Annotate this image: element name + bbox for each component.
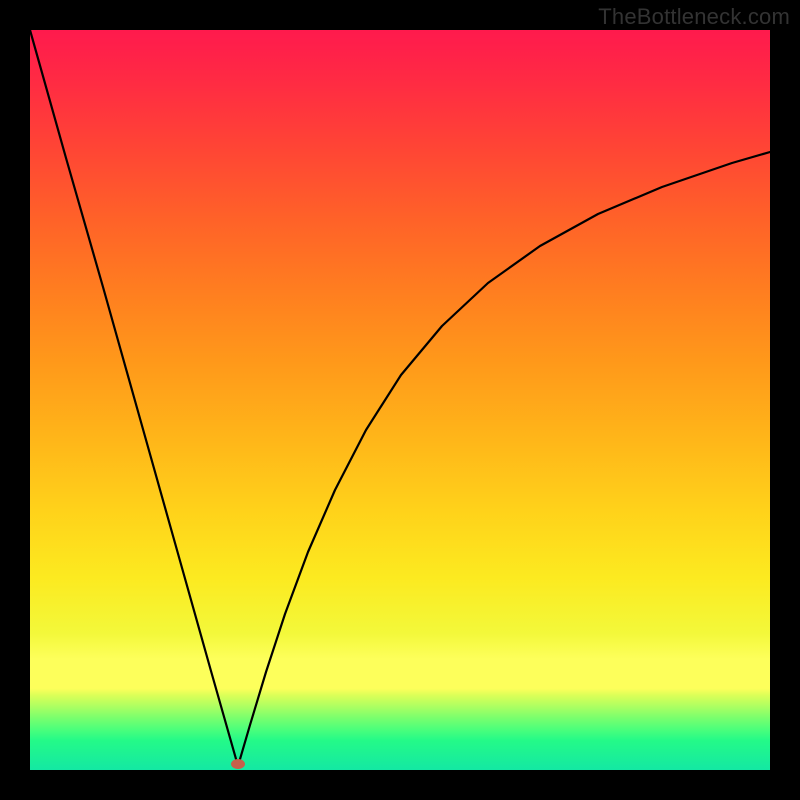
minimum-marker — [231, 759, 245, 769]
watermark-text: TheBottleneck.com — [598, 4, 790, 30]
bottleneck-curve — [30, 30, 770, 770]
